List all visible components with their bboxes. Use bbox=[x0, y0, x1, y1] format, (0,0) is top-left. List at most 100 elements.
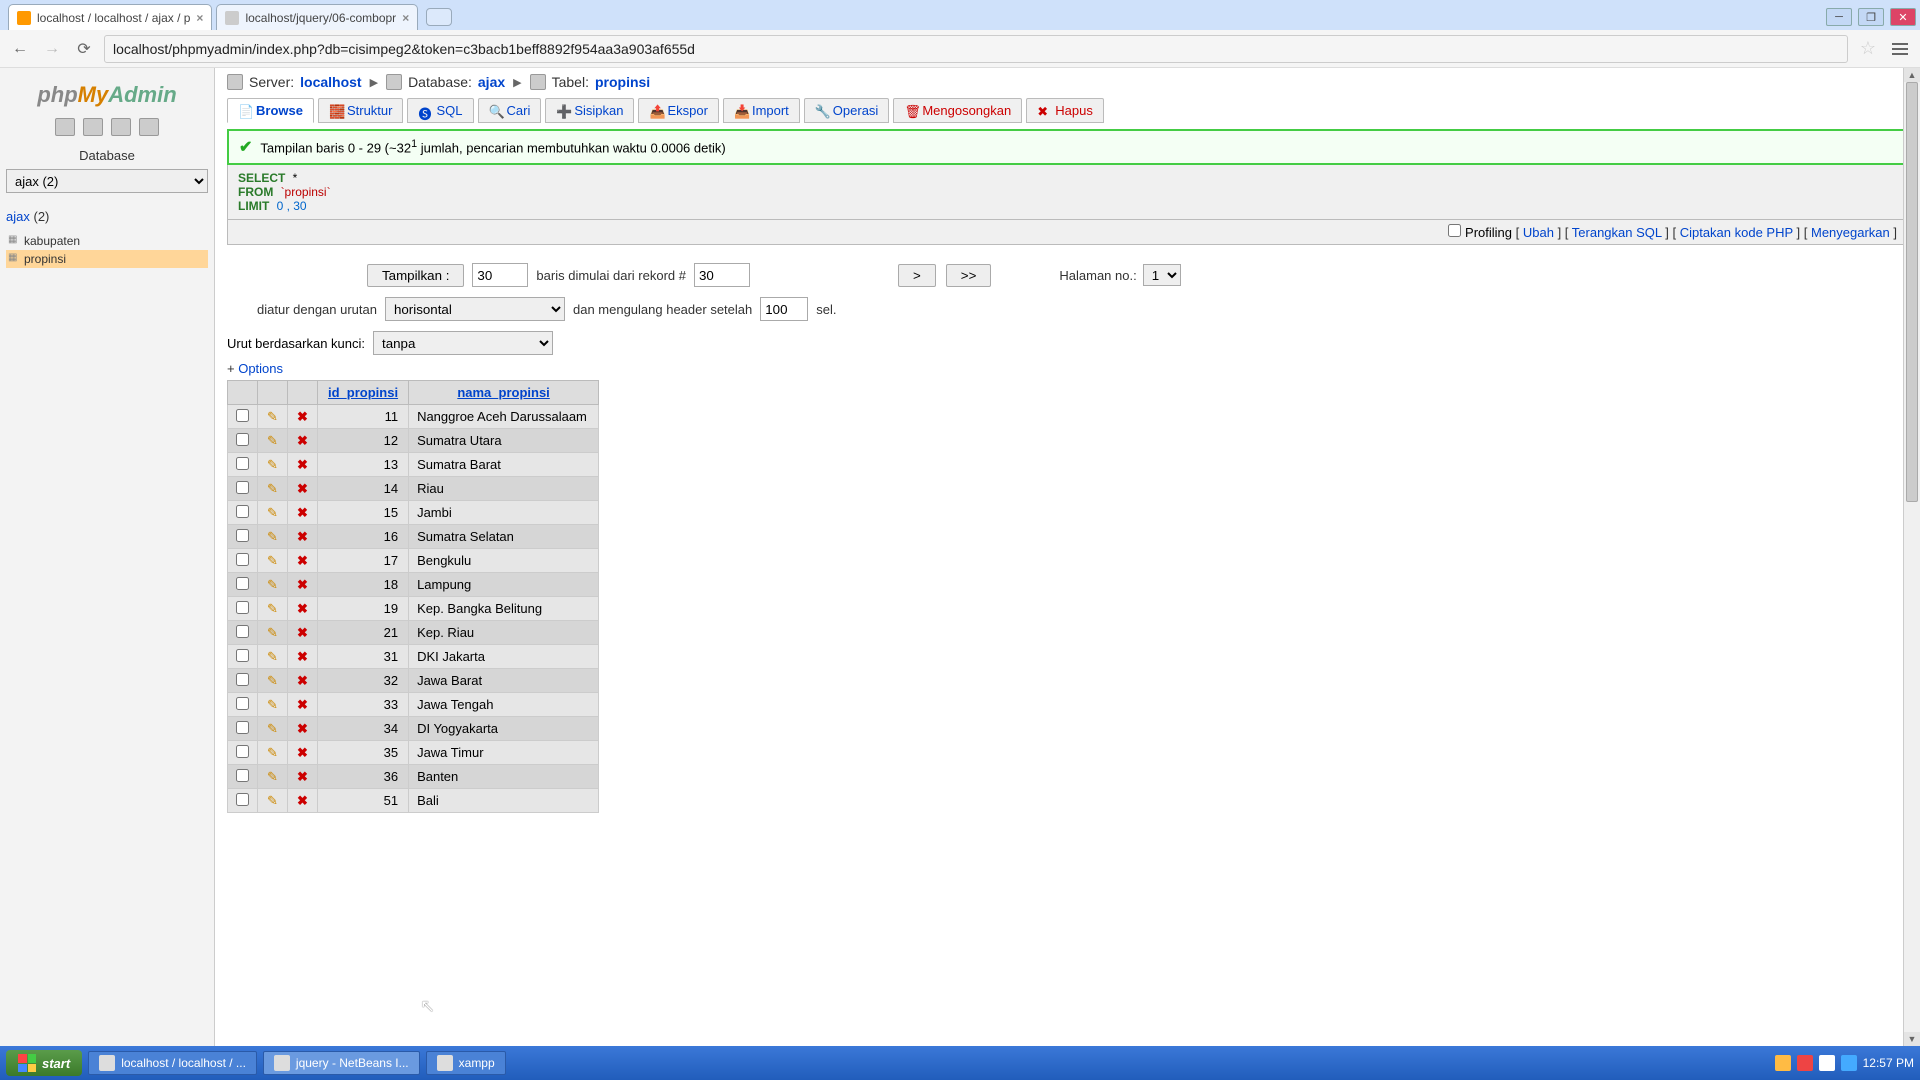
delete-x-icon[interactable]: ✖ bbox=[297, 769, 308, 784]
delete-x-icon[interactable]: ✖ bbox=[297, 505, 308, 520]
window-close-button[interactable]: ✕ bbox=[1890, 8, 1916, 26]
pencil-icon[interactable]: ✎ bbox=[267, 769, 278, 784]
profiling-checkbox[interactable] bbox=[1448, 224, 1461, 237]
scroll-down-arrow[interactable]: ▼ bbox=[1904, 1032, 1920, 1046]
delete-x-icon[interactable]: ✖ bbox=[297, 457, 308, 472]
scroll-up-arrow[interactable]: ▲ bbox=[1904, 68, 1920, 82]
start-button[interactable]: start bbox=[6, 1050, 82, 1076]
close-icon[interactable]: × bbox=[402, 11, 409, 25]
tray-icon[interactable] bbox=[1819, 1055, 1835, 1071]
pencil-icon[interactable]: ✎ bbox=[267, 625, 278, 640]
close-icon[interactable]: × bbox=[196, 11, 203, 25]
taskbar-item[interactable]: xampp bbox=[426, 1051, 506, 1075]
tab-import[interactable]: 📥Import bbox=[723, 98, 800, 123]
logout-icon[interactable] bbox=[83, 118, 103, 136]
th-name[interactable]: nama_propinsi bbox=[409, 381, 599, 405]
pencil-icon[interactable]: ✎ bbox=[267, 673, 278, 688]
delete-x-icon[interactable]: ✖ bbox=[297, 409, 308, 424]
sql-php-link[interactable]: Ciptakan kode PHP bbox=[1680, 225, 1793, 240]
browser-menu-button[interactable] bbox=[1888, 39, 1912, 59]
next-page-button[interactable]: > bbox=[898, 264, 936, 287]
tray-icon[interactable] bbox=[1841, 1055, 1857, 1071]
sql-refresh-link[interactable]: Menyegarkan bbox=[1811, 225, 1890, 240]
breadcrumb-server[interactable]: localhost bbox=[300, 74, 361, 90]
tray-icon[interactable] bbox=[1797, 1055, 1813, 1071]
minimize-button[interactable]: ─ bbox=[1826, 8, 1852, 26]
rows-input[interactable] bbox=[472, 263, 528, 287]
row-checkbox[interactable] bbox=[236, 529, 249, 542]
pencil-icon[interactable]: ✎ bbox=[267, 721, 278, 736]
row-checkbox[interactable] bbox=[236, 625, 249, 638]
pencil-icon[interactable]: ✎ bbox=[267, 481, 278, 496]
pencil-icon[interactable]: ✎ bbox=[267, 457, 278, 472]
row-checkbox[interactable] bbox=[236, 649, 249, 662]
tab-sql[interactable]: 🅢SQL bbox=[407, 98, 473, 123]
pencil-icon[interactable]: ✎ bbox=[267, 553, 278, 568]
pencil-icon[interactable]: ✎ bbox=[267, 529, 278, 544]
delete-x-icon[interactable]: ✖ bbox=[297, 697, 308, 712]
tab-operations[interactable]: 🔧Operasi bbox=[804, 98, 890, 123]
docs-icon[interactable] bbox=[139, 118, 159, 136]
delete-x-icon[interactable]: ✖ bbox=[297, 793, 308, 808]
show-button[interactable]: Tampilkan : bbox=[367, 264, 464, 287]
database-select[interactable]: ajax (2) bbox=[6, 169, 208, 193]
reload-button[interactable]: ⟳ bbox=[72, 37, 96, 61]
repeat-header-input[interactable] bbox=[760, 297, 808, 321]
sidebar-table-item[interactable]: propinsi bbox=[6, 250, 208, 268]
delete-x-icon[interactable]: ✖ bbox=[297, 745, 308, 760]
delete-x-icon[interactable]: ✖ bbox=[297, 601, 308, 616]
row-checkbox[interactable] bbox=[236, 745, 249, 758]
row-checkbox[interactable] bbox=[236, 697, 249, 710]
tab-empty[interactable]: 🗑Mengosongkan bbox=[893, 98, 1022, 123]
row-checkbox[interactable] bbox=[236, 721, 249, 734]
row-checkbox[interactable] bbox=[236, 409, 249, 422]
delete-x-icon[interactable]: ✖ bbox=[297, 673, 308, 688]
db-name-link[interactable]: ajax (2) bbox=[6, 209, 208, 224]
pencil-icon[interactable]: ✎ bbox=[267, 745, 278, 760]
tab-browse[interactable]: 📄Browse bbox=[227, 98, 314, 123]
vertical-scrollbar[interactable]: ▲ ▼ bbox=[1903, 68, 1920, 1046]
delete-x-icon[interactable]: ✖ bbox=[297, 481, 308, 496]
browser-tab-active[interactable]: localhost / localhost / ajax / p × bbox=[8, 4, 212, 30]
delete-x-icon[interactable]: ✖ bbox=[297, 577, 308, 592]
pencil-icon[interactable]: ✎ bbox=[267, 505, 278, 520]
delete-x-icon[interactable]: ✖ bbox=[297, 433, 308, 448]
row-checkbox[interactable] bbox=[236, 505, 249, 518]
layout-select[interactable]: horisontal bbox=[385, 297, 565, 321]
delete-x-icon[interactable]: ✖ bbox=[297, 625, 308, 640]
tab-structure[interactable]: 🧱Struktur bbox=[318, 98, 404, 123]
row-checkbox[interactable] bbox=[236, 673, 249, 686]
bookmark-star-icon[interactable]: ☆ bbox=[1856, 37, 1880, 61]
delete-x-icon[interactable]: ✖ bbox=[297, 649, 308, 664]
back-button[interactable]: ← bbox=[8, 37, 32, 61]
maximize-button[interactable]: ❐ bbox=[1858, 8, 1884, 26]
row-checkbox[interactable] bbox=[236, 553, 249, 566]
row-checkbox[interactable] bbox=[236, 433, 249, 446]
breadcrumb-table[interactable]: propinsi bbox=[595, 74, 650, 90]
tab-drop[interactable]: ✖Hapus bbox=[1026, 98, 1104, 123]
forward-button[interactable]: → bbox=[40, 37, 64, 61]
row-checkbox[interactable] bbox=[236, 577, 249, 590]
row-checkbox[interactable] bbox=[236, 793, 249, 806]
options-toggle[interactable]: + Options bbox=[227, 361, 1908, 376]
pencil-icon[interactable]: ✎ bbox=[267, 409, 278, 424]
pencil-icon[interactable]: ✎ bbox=[267, 649, 278, 664]
row-checkbox[interactable] bbox=[236, 601, 249, 614]
row-checkbox[interactable] bbox=[236, 481, 249, 494]
url-bar[interactable]: localhost/phpmyadmin/index.php?db=cisimp… bbox=[104, 35, 1848, 63]
taskbar-item[interactable]: localhost / localhost / ... bbox=[88, 1051, 257, 1075]
pencil-icon[interactable]: ✎ bbox=[267, 793, 278, 808]
row-checkbox[interactable] bbox=[236, 769, 249, 782]
th-id[interactable]: id_propinsi bbox=[318, 381, 409, 405]
home-icon[interactable] bbox=[55, 118, 75, 136]
start-record-input[interactable] bbox=[694, 263, 750, 287]
last-page-button[interactable]: >> bbox=[946, 264, 992, 287]
scroll-thumb[interactable] bbox=[1906, 82, 1918, 502]
delete-x-icon[interactable]: ✖ bbox=[297, 529, 308, 544]
pencil-icon[interactable]: ✎ bbox=[267, 577, 278, 592]
pencil-icon[interactable]: ✎ bbox=[267, 601, 278, 616]
pencil-icon[interactable]: ✎ bbox=[267, 697, 278, 712]
breadcrumb-database[interactable]: ajax bbox=[478, 74, 505, 90]
page-select[interactable]: 1 bbox=[1143, 264, 1181, 286]
sql-explain-link[interactable]: Terangkan SQL bbox=[1572, 225, 1662, 240]
